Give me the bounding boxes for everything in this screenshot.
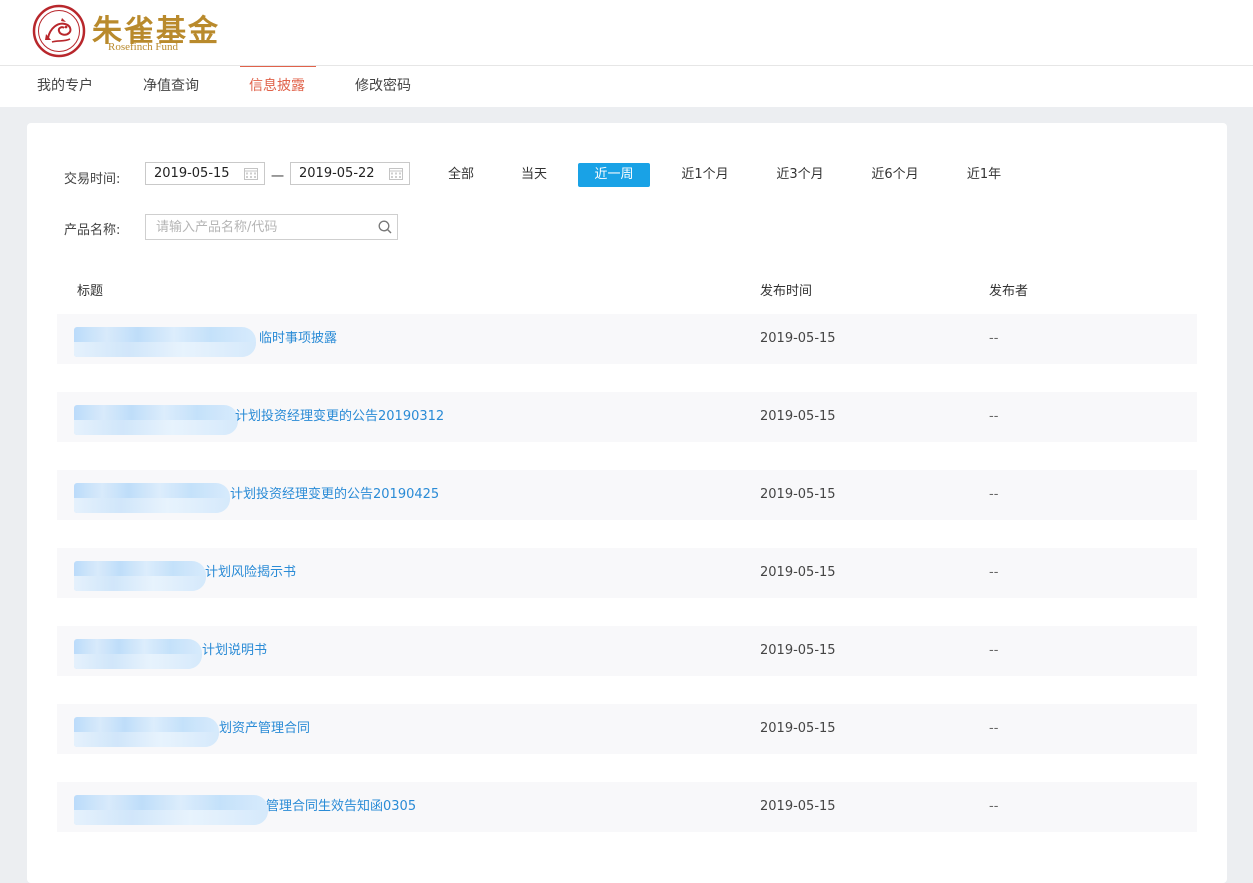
calendar-icon[interactable] — [389, 167, 403, 180]
row-title-link[interactable]: 临时事项披露 — [259, 314, 337, 364]
column-header-publisher: 发布者 — [989, 284, 1029, 299]
row-publisher: -- — [989, 565, 999, 580]
redacted-product-name — [74, 639, 202, 669]
row-publisher: -- — [989, 643, 999, 658]
row-title-link[interactable]: 管理合同生效告知函0305 — [266, 782, 416, 832]
end-date-input[interactable]: 2019-05-22 — [290, 162, 410, 185]
row-date: 2019-05-15 — [760, 487, 836, 502]
row-date: 2019-05-15 — [760, 721, 836, 736]
row-title-link[interactable]: 划资产管理合同 — [219, 704, 310, 754]
row-title-link[interactable]: 计划投资经理变更的公告20190312 — [235, 392, 444, 442]
trade-time-label: 交易时间: — [64, 172, 121, 187]
top-header: 朱雀基金 Rosefinch Fund — [0, 0, 1253, 66]
main-nav: 我的专户 净值查询 信息披露 修改密码 — [0, 66, 1253, 107]
start-date-input[interactable]: 2019-05-15 — [145, 162, 265, 185]
table-row[interactable]: 管理合同生效告知函0305 2019-05-15 -- — [57, 782, 1197, 832]
row-publisher: -- — [989, 331, 999, 346]
row-date: 2019-05-15 — [760, 565, 836, 580]
range-3month-button[interactable]: 近3个月 — [768, 163, 832, 187]
range-1year-button[interactable]: 近1年 — [958, 163, 1010, 187]
range-all-button[interactable]: 全部 — [441, 163, 481, 187]
product-name-label: 产品名称: — [64, 223, 121, 238]
date-range-separator: 一 — [271, 170, 285, 185]
brand-logo[interactable]: 朱雀基金 Rosefinch Fund — [32, 4, 222, 58]
nav-item-nav-query[interactable]: 净值查询 — [143, 66, 199, 106]
redacted-product-name — [74, 327, 256, 357]
range-1month-button[interactable]: 近1个月 — [673, 163, 737, 187]
row-publisher: -- — [989, 799, 999, 814]
column-header-title: 标题 — [77, 284, 104, 299]
calendar-icon[interactable] — [244, 167, 258, 180]
table-row[interactable]: 计划说明书 2019-05-15 -- — [57, 626, 1197, 676]
brand-name-en: Rosefinch Fund — [108, 41, 178, 53]
nav-item-disclosure[interactable]: 信息披露 — [249, 66, 305, 106]
table-row[interactable]: 计划投资经理变更的公告20190425 2019-05-15 -- — [57, 470, 1197, 520]
row-date: 2019-05-15 — [760, 799, 836, 814]
column-header-time: 发布时间 — [760, 284, 813, 299]
range-week-button[interactable]: 近一周 — [578, 163, 650, 187]
redacted-product-name — [74, 795, 268, 825]
row-title-link[interactable]: 计划风险揭示书 — [205, 548, 296, 598]
table-row[interactable]: 计划投资经理变更的公告20190312 2019-05-15 -- — [57, 392, 1197, 442]
redacted-product-name — [74, 717, 219, 747]
redacted-product-name — [74, 405, 238, 435]
table-row[interactable]: 划资产管理合同 2019-05-15 -- — [57, 704, 1197, 754]
search-icon[interactable] — [378, 220, 392, 234]
row-title-link[interactable]: 计划投资经理变更的公告20190425 — [230, 470, 439, 520]
row-date: 2019-05-15 — [760, 331, 836, 346]
table-row[interactable]: 计划风险揭示书 2019-05-15 -- — [57, 548, 1197, 598]
row-title-link[interactable]: 计划说明书 — [202, 626, 267, 676]
nav-item-my-account[interactable]: 我的专户 — [37, 66, 93, 106]
redacted-product-name — [74, 561, 206, 591]
row-publisher: -- — [989, 487, 999, 502]
nav-item-change-password[interactable]: 修改密码 — [355, 66, 411, 106]
product-search-box — [145, 214, 398, 240]
end-date-value: 2019-05-22 — [299, 166, 375, 181]
range-6month-button[interactable]: 近6个月 — [863, 163, 927, 187]
row-publisher: -- — [989, 721, 999, 736]
start-date-value: 2019-05-15 — [154, 166, 230, 181]
row-publisher: -- — [989, 409, 999, 424]
rosefinch-seal-icon — [32, 4, 86, 58]
row-date: 2019-05-15 — [760, 643, 836, 658]
product-search-input[interactable] — [146, 215, 371, 239]
row-date: 2019-05-15 — [760, 409, 836, 424]
table-row[interactable]: 临时事项披露 2019-05-15 -- — [57, 314, 1197, 364]
range-today-button[interactable]: 当天 — [514, 163, 554, 187]
redacted-product-name — [74, 483, 230, 513]
